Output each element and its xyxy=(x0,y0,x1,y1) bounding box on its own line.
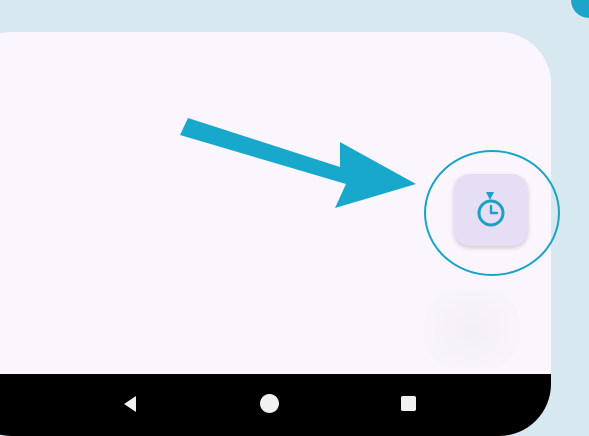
home-icon[interactable] xyxy=(260,394,279,413)
tutorial-screen xyxy=(0,0,589,436)
corner-accent xyxy=(571,0,589,18)
recents-icon[interactable] xyxy=(401,396,416,411)
navigation-bar xyxy=(0,374,551,436)
timer-button[interactable] xyxy=(454,174,528,246)
timer-icon xyxy=(477,192,505,227)
back-icon[interactable] xyxy=(124,396,136,412)
arrow-right-icon xyxy=(180,118,416,208)
faded-icon xyxy=(424,290,520,370)
